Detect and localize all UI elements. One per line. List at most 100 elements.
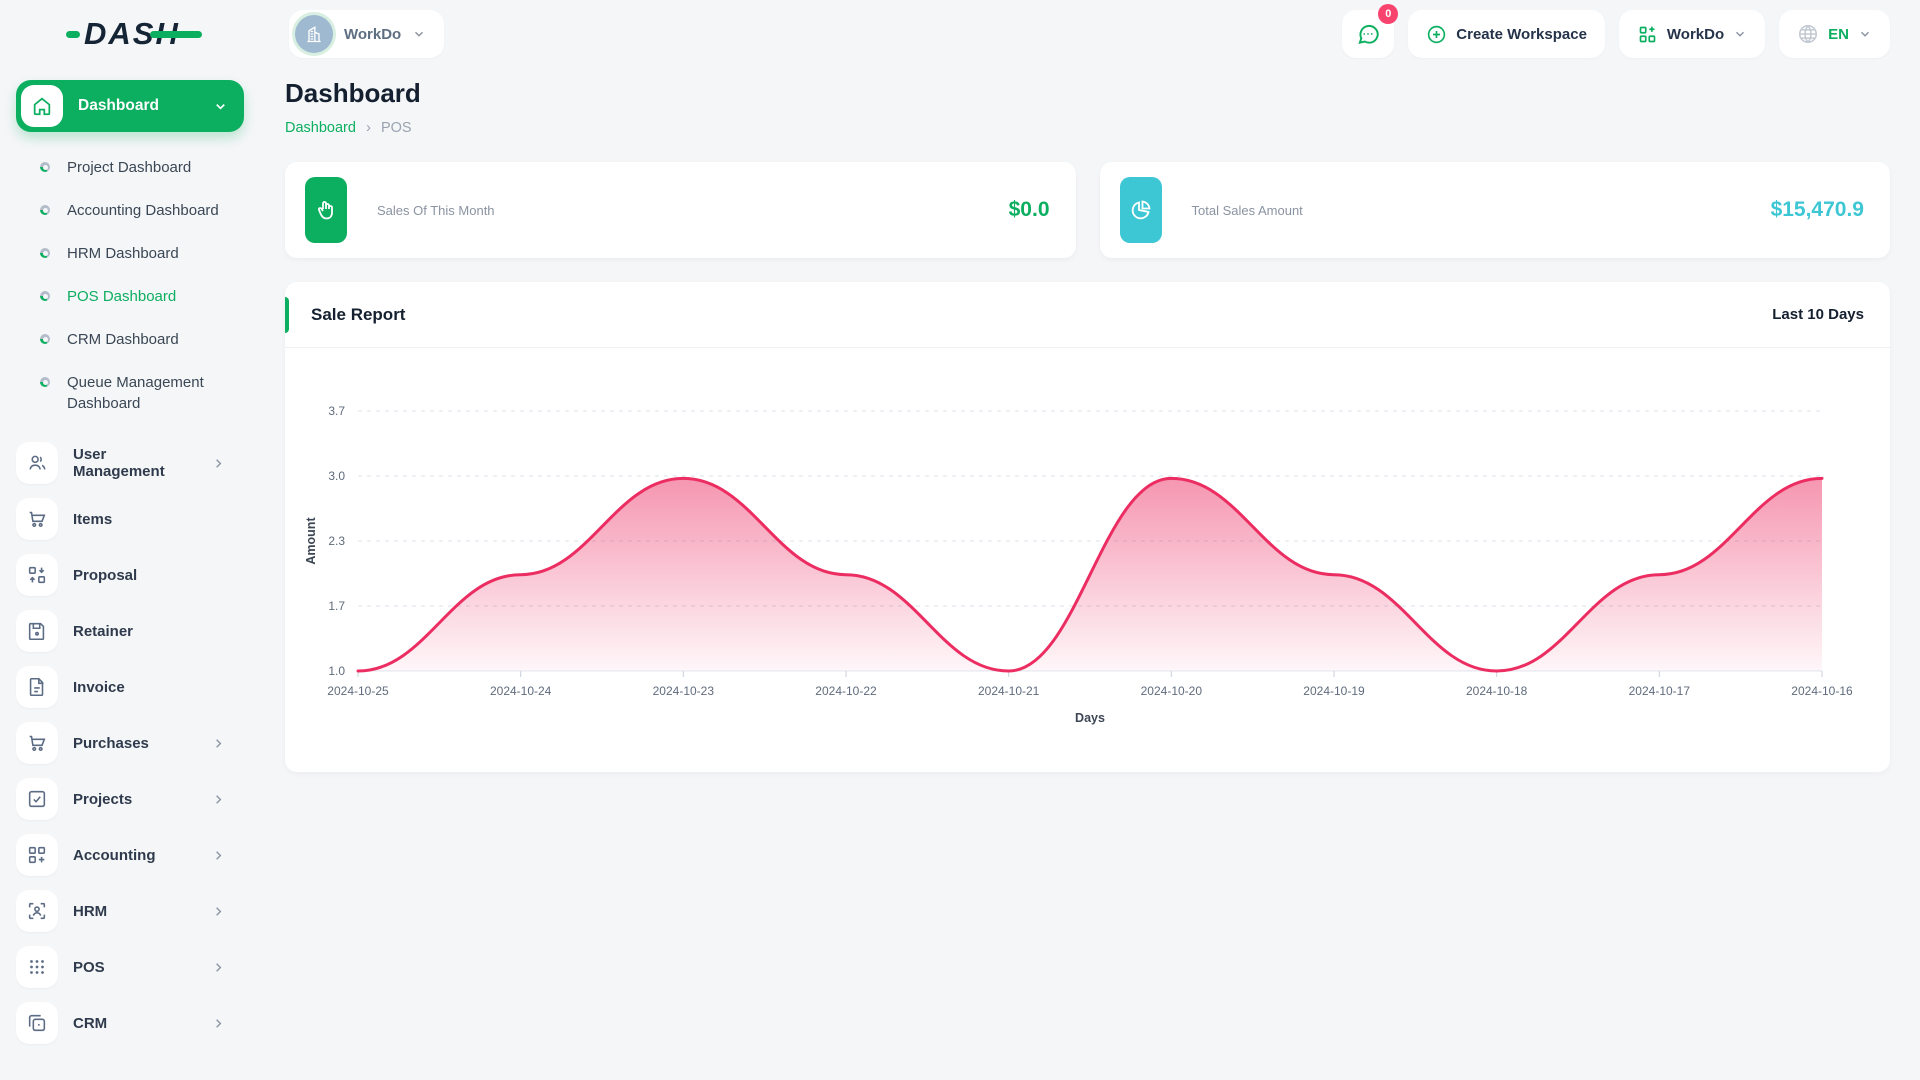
sidebar-item-projects[interactable]: Projects <box>16 771 244 827</box>
language-selector[interactable]: EN <box>1779 10 1890 58</box>
chevron-down-icon <box>1736 31 1745 37</box>
logo-dash-icon <box>66 30 80 38</box>
sidebar-item-retainer[interactable]: Retainer <box>16 603 244 659</box>
chevron-down-icon <box>216 103 225 110</box>
chart-title: Sale Report <box>311 304 406 324</box>
breadcrumb-current: POS <box>380 119 412 136</box>
sidebar-subitem-hrm-dashboard[interactable]: HRM Dashboard <box>16 232 244 275</box>
messages-button[interactable]: 0 <box>1342 4 1399 58</box>
sidebar-subitem-label: Accounting Dashboard <box>67 202 219 219</box>
dots-grid-icon <box>16 946 58 988</box>
sidebar-item-label: HRM <box>73 902 108 920</box>
building-icon <box>295 15 333 53</box>
sidebar-item-label: Dashboard <box>78 97 159 114</box>
bullet-icon <box>40 377 50 387</box>
sidebar-item-user-management[interactable]: User Management <box>16 435 244 491</box>
sidebar-item-label: CRM <box>73 1014 108 1032</box>
sidebar-item-label: POS <box>73 958 105 976</box>
chevron-right-icon <box>211 792 226 807</box>
sidebar-item-label: Proposal <box>73 566 138 584</box>
user-scan-icon <box>16 890 58 932</box>
sidebar-subitem-label: HRM Dashboard <box>67 245 179 262</box>
breadcrumb-separator-icon: › <box>365 119 371 136</box>
chevron-down-icon <box>1861 31 1869 37</box>
click-hand-icon <box>305 177 347 243</box>
sidebar-item-pos[interactable]: POS <box>16 939 244 995</box>
x-tick-label: 2024-10-19 <box>1303 684 1365 698</box>
app-logo[interactable]: DASH <box>66 16 202 52</box>
circle-plus-icon <box>1428 25 1446 43</box>
sidebar-item-purchases[interactable]: Purchases <box>16 715 244 771</box>
users-icon <box>16 442 58 484</box>
sidebar-subitem-pos-dashboard[interactable]: POS Dashboard <box>16 275 244 318</box>
sale-report-chart: 1.0 1.7 2.3 3.0 3.7 2024-10-25 2024-10-24 2024-… <box>285 348 1890 772</box>
sidebar-subitem-queue-management-dashboard[interactable]: Queue Management Dashboard <box>16 361 244 425</box>
sidebar-item-proposal[interactable]: Proposal <box>16 547 244 603</box>
sidebar-subitem-label: Queue Management Dashboard <box>67 374 204 412</box>
sidebar-item-accounting[interactable]: Accounting <box>16 827 244 883</box>
breadcrumb-dashboard-link[interactable]: Dashboard <box>285 120 356 136</box>
grid-plus-icon <box>1639 26 1656 42</box>
y-tick-label: 1.7 <box>328 599 345 613</box>
chevron-right-icon <box>211 1016 226 1031</box>
globe-icon <box>1799 24 1818 44</box>
sale-report-card: Sale Report Last 10 Days 1.0 1.7 2.3 3.0 3.7… <box>285 282 1890 772</box>
sidebar-item-label: User Management <box>73 446 165 480</box>
y-tick-label: 2.3 <box>328 534 345 548</box>
stat-card-label: Total Sales Amount <box>1191 202 1303 218</box>
dashboard-submenu: Project Dashboard Accounting Dashboard H… <box>16 146 244 425</box>
grid-plus-icon <box>16 834 58 876</box>
chart-range-label: Last 10 Days <box>1772 306 1864 323</box>
chevron-down-icon <box>415 31 424 37</box>
accent-bar <box>285 297 289 333</box>
sidebar-subitem-label: POS Dashboard <box>67 288 177 305</box>
messages-badge: 0 <box>1378 4 1399 24</box>
x-axis-title: Days <box>1075 711 1105 725</box>
cart-icon <box>16 722 58 764</box>
sidebar-subitem-label: CRM Dashboard <box>67 331 179 348</box>
x-tick-label: 2024-10-20 <box>1141 684 1203 698</box>
create-workspace-button[interactable]: Create Workspace <box>1408 10 1605 58</box>
sidebar-subitem-crm-dashboard[interactable]: CRM Dashboard <box>16 318 244 361</box>
workspace-selector[interactable]: WorkDo <box>289 10 445 58</box>
sidebar-item-crm[interactable]: CRM <box>16 995 244 1051</box>
sidebar-item-label: Retainer <box>73 622 134 640</box>
copy-icon <box>16 1002 58 1044</box>
top-bar: DASH WorkDo 0 Create Workspace WorkDo EN <box>0 0 1920 70</box>
sidebar-item-label: Accounting <box>73 846 156 864</box>
sidebar-item-label: Invoice <box>73 678 125 696</box>
page-title: Dashboard <box>285 78 421 108</box>
chevron-right-icon <box>211 960 226 975</box>
sidebar-item-label: Purchases <box>73 734 149 752</box>
stat-card-value: $15,470.9 <box>1770 198 1864 221</box>
sidebar-item-dashboard[interactable]: Dashboard <box>16 80 244 132</box>
sidebar-subitem-accounting-dashboard[interactable]: Accounting Dashboard <box>16 189 244 232</box>
sidebar-item-hrm[interactable]: HRM <box>16 883 244 939</box>
save-icon <box>16 610 58 652</box>
check-square-icon <box>16 778 58 820</box>
sidebar: Dashboard Project Dashboard Accounting D… <box>0 70 260 1080</box>
bullet-icon <box>40 334 50 344</box>
sidebar-subitem-project-dashboard[interactable]: Project Dashboard <box>16 146 244 189</box>
stat-card-total-sales-amount: Total Sales Amount $15,470.9 <box>1099 162 1890 258</box>
main-content: Dashboard Dashboard › POS Sales Of This … <box>285 70 1890 772</box>
chevron-right-icon <box>211 904 226 919</box>
bullet-icon <box>40 248 50 258</box>
workspace-name: WorkDo <box>344 25 402 43</box>
breadcrumb: Dashboard › POS <box>285 119 1890 136</box>
workspace-menu-button[interactable]: WorkDo <box>1618 10 1766 58</box>
stat-card-sales-of-this-month: Sales Of This Month $0.0 <box>285 162 1076 258</box>
stat-card-value: $0.0 <box>1008 198 1050 221</box>
chart-header: Sale Report Last 10 Days <box>285 282 1890 348</box>
chat-bubble-icon <box>1358 25 1380 44</box>
x-tick-label: 2024-10-25 <box>327 684 389 698</box>
sidebar-menu: User Management Items Proposal Retainer … <box>16 435 244 1051</box>
workspace-menu-label: WorkDo <box>1666 25 1725 43</box>
cart-icon <box>16 498 58 540</box>
pie-chart-icon <box>1119 177 1162 243</box>
sidebar-item-invoice[interactable]: Invoice <box>16 659 244 715</box>
x-tick-label: 2024-10-24 <box>490 684 552 698</box>
bullet-icon <box>40 291 50 301</box>
stat-cards-row: Sales Of This Month $0.0 Total Sales Amo… <box>285 162 1890 258</box>
sidebar-item-items[interactable]: Items <box>16 491 244 547</box>
